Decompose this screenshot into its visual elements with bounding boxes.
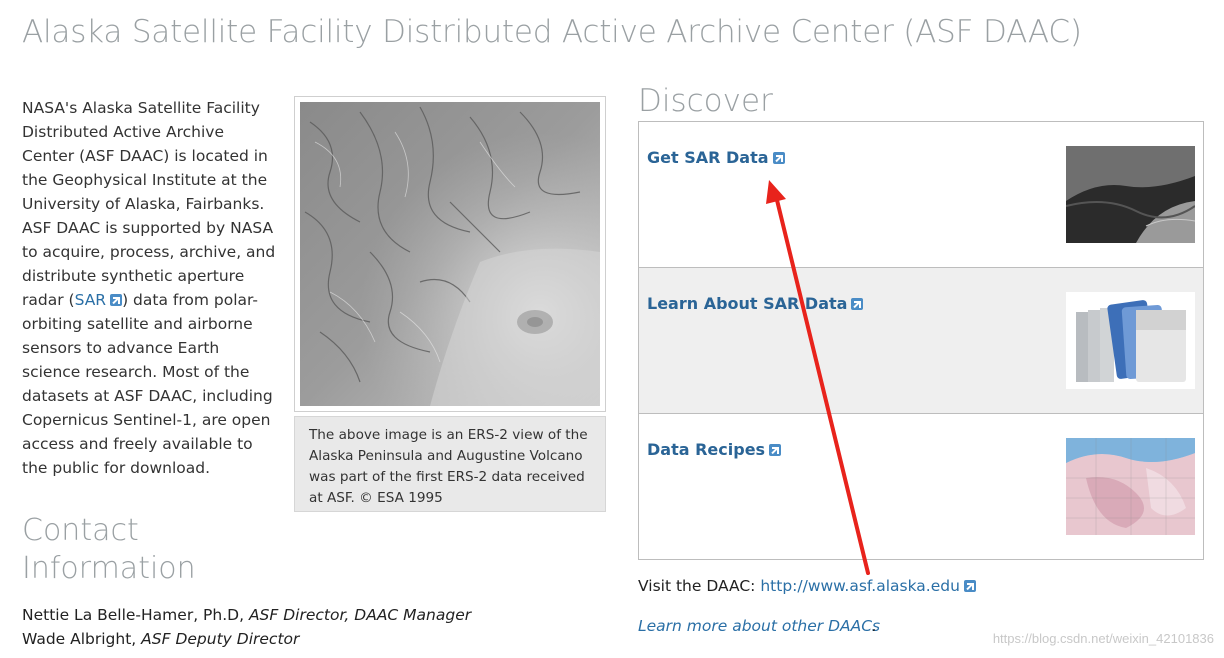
sar-data-thumbnail[interactable] xyxy=(1066,146,1195,243)
ers2-satellite-image xyxy=(300,102,600,406)
folders-thumbnail[interactable] xyxy=(1066,292,1195,389)
discover-heading: Discover xyxy=(638,83,773,119)
learn-more-daacs-link[interactable]: Learn more about other DAACs xyxy=(638,617,880,635)
sar-link[interactable]: SAR xyxy=(75,291,123,309)
visit-daac-line: Visit the DAAC: http://www.asf.alaska.ed… xyxy=(638,577,976,595)
contact-deputy-director: Wade Albright, ASF Deputy Director xyxy=(22,630,300,648)
discover-panel: Get SAR Data Learn About SAR Data Data R… xyxy=(638,121,1204,560)
external-link-icon xyxy=(851,298,864,310)
intro-text-2: ) data from polar-orbiting satellite and… xyxy=(22,291,273,477)
learn-about-sar-data-link[interactable]: Learn About SAR Data xyxy=(647,294,864,313)
data-recipes-link[interactable]: Data Recipes xyxy=(647,440,782,459)
map-thumbnail[interactable] xyxy=(1066,438,1195,535)
discover-item-learn-about-sar: Learn About SAR Data xyxy=(639,268,1203,414)
page-title: Alaska Satellite Facility Distributed Ac… xyxy=(22,14,1082,50)
asf-website-link[interactable]: http://www.asf.alaska.edu xyxy=(760,577,976,595)
discover-item-data-recipes: Data Recipes xyxy=(639,414,1203,560)
external-link-icon xyxy=(769,444,782,456)
discover-item-get-sar-data: Get SAR Data xyxy=(639,122,1203,268)
sar-image-frame xyxy=(294,96,606,412)
watermark: https://blog.csdn.net/weixin_42101836 xyxy=(992,631,1214,646)
contact-heading: Contact Information xyxy=(22,513,196,586)
external-link-icon xyxy=(963,580,976,592)
contact-director: Nettie La Belle-Hamer, Ph.D, ASF Directo… xyxy=(22,606,472,624)
external-link-icon xyxy=(110,294,123,306)
image-caption: The above image is an ERS-2 view of the … xyxy=(294,416,606,512)
get-sar-data-link[interactable]: Get SAR Data xyxy=(647,148,785,167)
intro-text-1: NASA's Alaska Satellite Facility Distrib… xyxy=(22,99,276,309)
intro-paragraph: NASA's Alaska Satellite Facility Distrib… xyxy=(22,96,277,480)
external-link-icon xyxy=(772,152,785,164)
learn-more-period: . xyxy=(872,617,877,635)
